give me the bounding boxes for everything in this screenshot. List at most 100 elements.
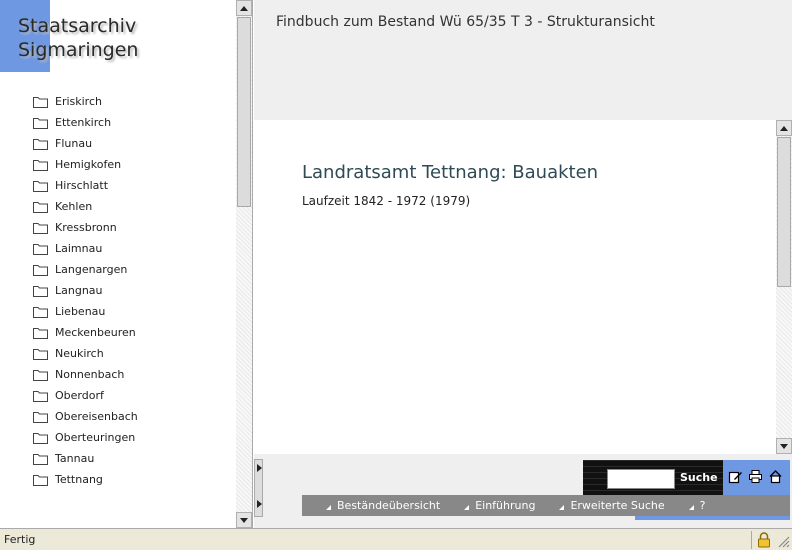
tree-item[interactable]: Kehlen [33, 196, 138, 217]
tree-item[interactable]: Tettnang [33, 469, 138, 490]
folder-icon [33, 243, 48, 255]
tree-item[interactable]: Eriskirch [33, 91, 138, 112]
tree-item-label: Eriskirch [55, 95, 102, 108]
nav-link[interactable]: Einführung [464, 499, 535, 512]
tree-item[interactable]: Meckenbeuren [33, 322, 138, 343]
scroll-up-button[interactable] [776, 120, 792, 136]
nav-link-label: Erweiterte Suche [570, 499, 665, 512]
home-icon[interactable] [768, 469, 783, 484]
scrollbar-thumb[interactable] [777, 137, 791, 287]
tree-item-label: Laimnau [55, 242, 103, 255]
folder-icon [33, 96, 48, 108]
tree-item[interactable]: Kressbronn [33, 217, 138, 238]
nav-link-label: ? [699, 499, 706, 512]
tree-item[interactable]: Obereisenbach [33, 406, 138, 427]
folder-icon [33, 411, 48, 423]
tree-item-label: Nonnenbach [55, 368, 125, 381]
resize-grip-icon[interactable] [777, 535, 790, 548]
left-frame-scrollbar[interactable] [236, 0, 252, 528]
tree-item[interactable]: Hirschlatt [33, 175, 138, 196]
tree-item-label: Oberteuringen [55, 431, 136, 444]
header-frame: Findbuch zum Bestand Wü 65/35 T 3 - Stru… [254, 0, 792, 120]
tree-item-label: Meckenbeuren [55, 326, 136, 339]
scrollbar-thumb[interactable] [237, 17, 251, 207]
tree-item-label: Oberdorf [55, 389, 104, 402]
folder-tree: Eriskirch Ettenkirch Flunau Hemigkofen Hirsc… [33, 91, 138, 490]
folder-icon [33, 222, 48, 234]
tree-item-label: Hirschlatt [55, 179, 109, 192]
tree-item[interactable]: Laimnau [33, 238, 138, 259]
tree-item[interactable]: Neukirch [33, 343, 138, 364]
frame-resize-handle[interactable] [254, 459, 263, 517]
tree-item[interactable]: Liebenau [33, 301, 138, 322]
tree-item[interactable]: Langenargen [33, 259, 138, 280]
lock-icon [757, 532, 771, 548]
bottom-nav-bar: Beständeübersicht Einführung Erweiterte Su… [302, 495, 790, 516]
scroll-right-arrow-icon [257, 500, 262, 508]
tree-item-label: Tannau [55, 452, 95, 465]
nav-arrow-icon [559, 504, 565, 510]
folder-icon [33, 159, 48, 171]
search-box: Suche [583, 460, 723, 496]
status-text: Fertig [4, 533, 36, 546]
print-icon[interactable] [748, 469, 763, 484]
tree-item-label: Liebenau [55, 305, 106, 318]
folder-icon [33, 474, 48, 486]
nav-link-label: Beständeübersicht [337, 499, 441, 512]
bottom-toolbar-frame: Suche Beständeübersicht Einführung Erweite… [254, 454, 792, 528]
tree-item[interactable]: Oberteuringen [33, 427, 138, 448]
tree-item-label: Hemigkofen [55, 158, 122, 171]
search-input[interactable] [607, 469, 675, 489]
record-laufzeit: Laufzeit 1842 - 1972 (1979) [302, 194, 471, 208]
folder-icon [33, 285, 48, 297]
tree-item[interactable]: Ettenkirch [33, 112, 138, 133]
tree-item-label: Neukirch [55, 347, 104, 360]
nav-arrow-icon [464, 504, 470, 510]
nav-link[interactable]: ? [688, 499, 706, 512]
content-frame: Landratsamt Tettnang: Bauakten Laufzeit … [254, 120, 792, 454]
tree-item[interactable]: Hemigkofen [33, 154, 138, 175]
folder-icon [33, 348, 48, 360]
scroll-right-arrow-icon [257, 464, 262, 472]
left-navigation-frame: Staatsarchiv Sigmaringen Eriskirch Ettenk… [0, 0, 253, 528]
tree-item-label: Langnau [55, 284, 103, 297]
record-title: Landratsamt Tettnang: Bauakten [302, 162, 599, 183]
toolbar-icons [728, 469, 783, 484]
nav-link[interactable]: Beständeübersicht [326, 499, 440, 512]
tree-item[interactable]: Oberdorf [33, 385, 138, 406]
browser-status-bar: Fertig [0, 528, 792, 550]
folder-icon [33, 201, 48, 213]
folder-icon [33, 453, 48, 465]
logo-text-line2: Sigmaringen [18, 39, 139, 61]
tree-item[interactable]: Tannau [33, 448, 138, 469]
folder-icon [33, 306, 48, 318]
tree-item-label: Obereisenbach [55, 410, 138, 423]
tree-item-label: Ettenkirch [55, 116, 112, 129]
folder-icon [33, 264, 48, 276]
tree-item-label: Kressbronn [55, 221, 117, 234]
tree-item[interactable]: Nonnenbach [33, 364, 138, 385]
folder-icon [33, 138, 48, 150]
folder-icon [33, 117, 48, 129]
nav-arrow-icon [688, 504, 694, 510]
scroll-up-button[interactable] [236, 0, 252, 16]
nav-arrow-icon [326, 504, 331, 510]
tree-item-label: Kehlen [55, 200, 93, 213]
folder-icon [33, 432, 48, 444]
edit-icon[interactable] [728, 469, 743, 484]
tree-item-label: Tettnang [55, 473, 103, 486]
folder-icon [33, 180, 48, 192]
tree-item-label: Flunau [55, 137, 93, 150]
tree-item[interactable]: Flunau [33, 133, 138, 154]
content-scrollbar[interactable] [776, 120, 792, 454]
logo-text-line1: Staatsarchiv [18, 15, 137, 37]
scroll-down-button[interactable] [776, 438, 792, 454]
folder-icon [33, 327, 48, 339]
folder-icon [33, 369, 48, 381]
search-button[interactable]: Suche [680, 471, 718, 484]
scroll-down-button[interactable] [236, 512, 252, 528]
nav-link-label: Einführung [475, 499, 536, 512]
nav-link[interactable]: Erweiterte Suche [559, 499, 665, 512]
page-title: Findbuch zum Bestand Wü 65/35 T 3 - Stru… [276, 14, 655, 30]
tree-item[interactable]: Langnau [33, 280, 138, 301]
